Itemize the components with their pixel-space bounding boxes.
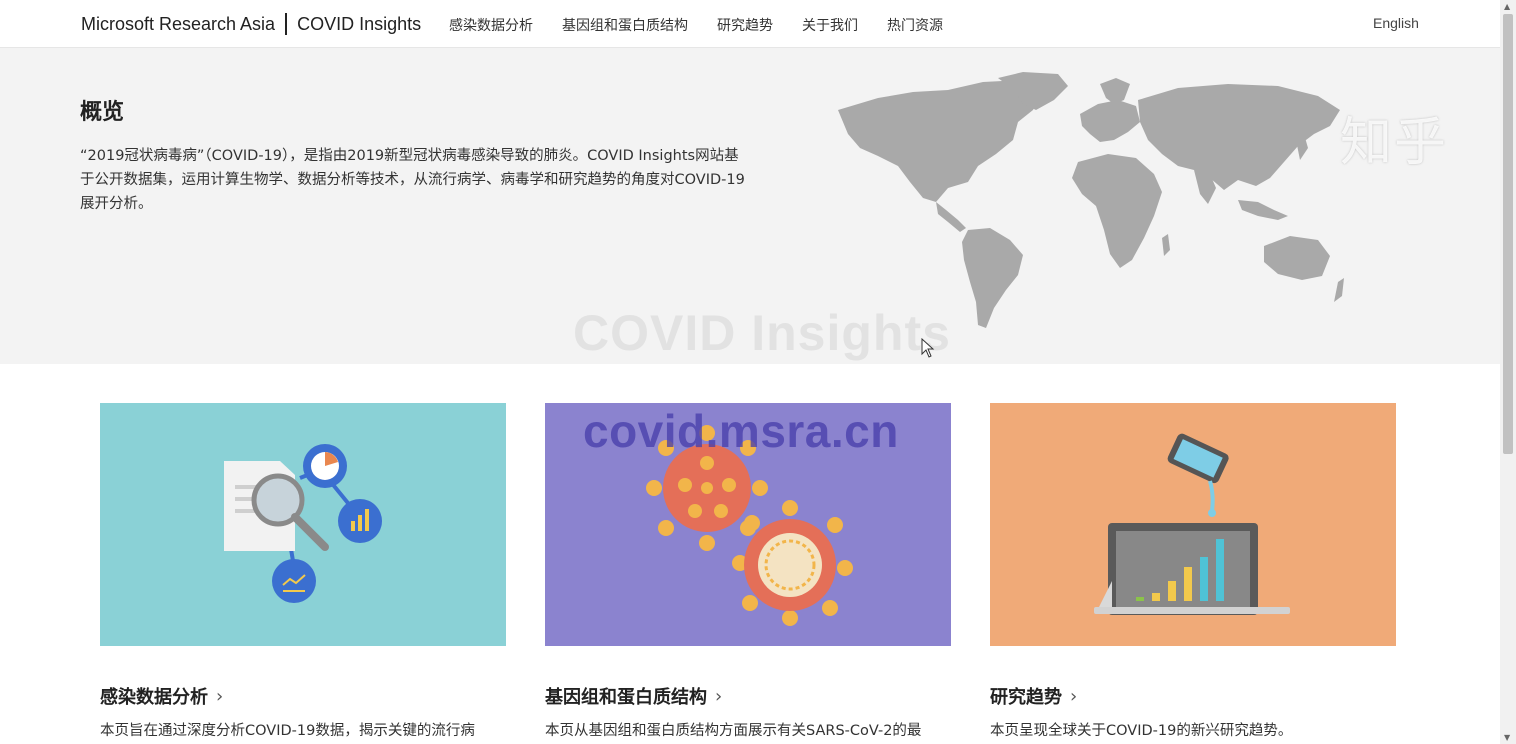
nav-research-trends[interactable]: 研究趋势 — [717, 15, 773, 35]
zhihu-watermark: 知乎 — [1340, 113, 1449, 173]
brand-covid-insights[interactable]: COVID Insights — [297, 14, 421, 35]
scroll-down-icon[interactable]: ▼ — [1504, 733, 1510, 742]
main-nav: 感染数据分析 基因组和蛋白质结构 研究趋势 关于我们 热门资源 — [449, 15, 972, 35]
world-map-icon — [838, 72, 1344, 328]
card-description: 本页呈现全球关于COVID-19的新兴研究趋势。 — [990, 723, 1293, 739]
url-watermark: covid.msra.cn — [583, 405, 899, 457]
data-analysis-icon — [224, 444, 382, 603]
scroll-up-icon[interactable]: ▲ — [1504, 2, 1510, 11]
card-title-text[interactable]: 基因组和蛋白质结构 — [545, 683, 707, 709]
scroll-thumb[interactable] — [1503, 14, 1513, 454]
nav-genome-protein[interactable]: 基因组和蛋白质结构 — [562, 15, 688, 35]
card-title-text[interactable]: 感染数据分析 — [100, 683, 208, 709]
page-scrollbar[interactable]: ▲ ▼ — [1500, 0, 1516, 744]
covid-insights-watermark: COVID Insights — [573, 305, 951, 361]
nav-hot-resources[interactable]: 热门资源 — [887, 15, 943, 35]
chevron-right-icon[interactable]: › — [216, 686, 223, 707]
nav-infection-analysis[interactable]: 感染数据分析 — [449, 15, 533, 35]
card-description: 本页从基因组和蛋白质结构方面展示有关SARS-CoV-2的最 — [545, 723, 922, 739]
card-title-text[interactable]: 研究趋势 — [990, 683, 1062, 709]
card-research-trends[interactable]: 研究趋势 › 本页呈现全球关于COVID-19的新兴研究趋势。 — [990, 403, 1396, 739]
overview-hero: 概览 “2019冠状病毒病”（COVID-19），是指由2019新型冠状病毒感染… — [0, 48, 1500, 364]
mouse-cursor-icon — [921, 338, 935, 358]
card-infection-analysis[interactable]: 感染数据分析 › 本页旨在通过深度分析COVID-19数据，揭示关键的流行病 — [100, 403, 506, 739]
brand-divider — [285, 13, 288, 35]
research-trends-illustration[interactable] — [990, 403, 1396, 646]
card-title-infection-analysis[interactable]: 感染数据分析 › — [100, 683, 223, 709]
card-title-research-trends[interactable]: 研究趋势 › — [990, 683, 1077, 709]
laptop-chart-icon — [1094, 433, 1290, 615]
top-navbar: Microsoft Research Asia COVID Insights 感… — [0, 0, 1500, 48]
chevron-right-icon[interactable]: › — [1070, 686, 1077, 707]
nav-about-us[interactable]: 关于我们 — [802, 15, 858, 35]
overview-description: “2019冠状病毒病”（COVID-19），是指由2019新型冠状病毒感染导致的… — [80, 148, 745, 212]
infection-analysis-illustration[interactable] — [100, 403, 506, 646]
card-description: 本页旨在通过深度分析COVID-19数据，揭示关键的流行病 — [100, 723, 475, 739]
card-title-genome-protein[interactable]: 基因组和蛋白质结构 › — [545, 683, 722, 709]
site-brand[interactable]: Microsoft Research Asia COVID Insights — [81, 13, 421, 35]
language-switch[interactable]: English — [1373, 15, 1419, 31]
brand-msra[interactable]: Microsoft Research Asia — [81, 14, 275, 35]
chevron-right-icon[interactable]: › — [715, 686, 722, 707]
page-title: 概览 — [80, 100, 125, 125]
